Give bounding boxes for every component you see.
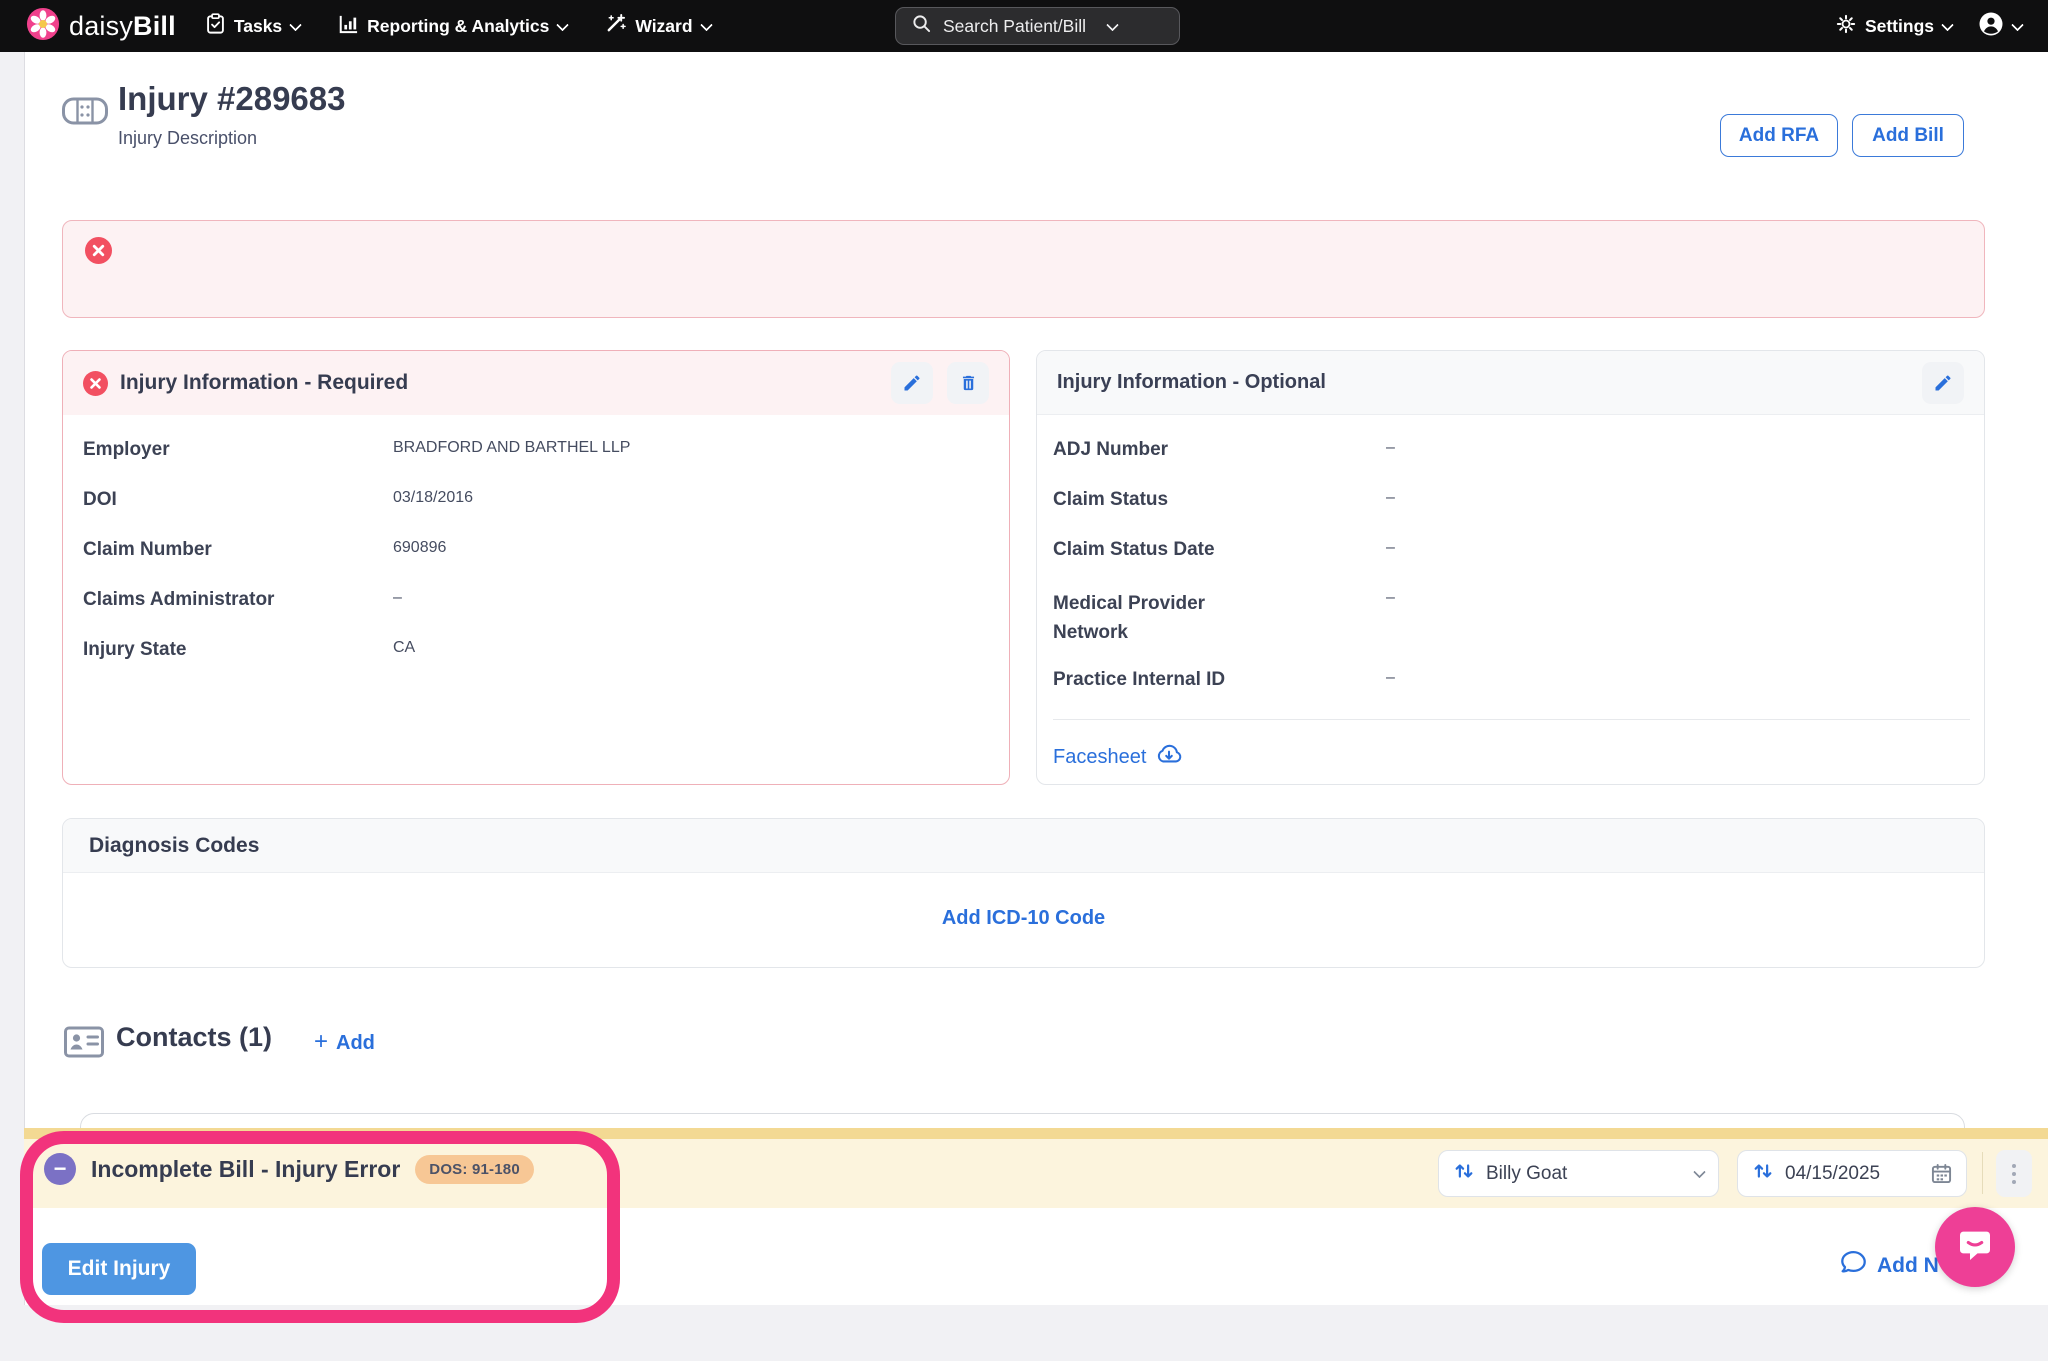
nav-wizard-label: Wizard xyxy=(635,16,692,37)
field-label: Employer xyxy=(83,439,170,461)
edit-injury-button[interactable]: Edit Injury xyxy=(42,1243,196,1295)
field-value: – xyxy=(1386,539,1395,557)
field-label: Practice Internal ID xyxy=(1053,669,1353,691)
field-label: Claim Status Date xyxy=(1053,539,1353,561)
assignee-select[interactable]: Billy Goat xyxy=(1438,1150,1719,1197)
minus-circle-icon: − xyxy=(44,1153,76,1185)
page-title: Injury #289683 xyxy=(118,80,346,118)
field-label: ADJ Number xyxy=(1053,439,1353,461)
optional-card-title: Injury Information - Optional xyxy=(1057,371,1326,394)
incomplete-bill-bar[interactable]: − Incomplete Bill - Injury Error DOS: 91… xyxy=(24,1128,2048,1208)
diagnosis-title: Diagnosis Codes xyxy=(89,834,259,858)
add-rfa-button[interactable]: Add RFA xyxy=(1720,114,1838,157)
chat-bubble-icon xyxy=(1840,1250,1867,1281)
facesheet-link[interactable]: Facesheet xyxy=(1053,743,1182,771)
injury-bandaid-icon xyxy=(62,96,108,131)
injury-info-required-card: Injury Information - Required Employer B… xyxy=(62,350,1010,785)
diagnosis-card-header: Diagnosis Codes xyxy=(63,819,1984,873)
delete-trash-button[interactable] xyxy=(947,362,989,404)
chevron-down-icon xyxy=(556,18,569,31)
account-menu[interactable] xyxy=(1978,11,2022,42)
contact-card-icon xyxy=(64,1026,104,1063)
field-label: Claims Administrator xyxy=(83,589,274,611)
nav-reporting-analytics[interactable]: Reporting & Analytics xyxy=(338,14,567,39)
assignee-value: Billy Goat xyxy=(1486,1163,1567,1185)
bar-chart-icon xyxy=(338,14,358,39)
chevron-down-icon xyxy=(700,18,713,31)
required-card-header: Injury Information - Required xyxy=(63,351,1009,415)
facesheet-label: Facesheet xyxy=(1053,746,1146,769)
optional-card-header: Injury Information - Optional xyxy=(1037,351,1984,415)
add-contact-label: Add xyxy=(336,1032,375,1055)
field-label: Medical Provider Network xyxy=(1053,589,1263,648)
brand-logo[interactable]: daisyBill xyxy=(26,7,176,46)
diagnosis-codes-card: Diagnosis Codes Add ICD-10 Code xyxy=(62,818,1985,968)
clipboard-icon xyxy=(206,13,225,39)
calendar-icon xyxy=(1931,1163,1952,1184)
gear-icon xyxy=(1836,14,1856,39)
contacts-section-title: Contacts (1) xyxy=(116,1022,272,1053)
search-icon xyxy=(912,14,931,38)
field-label: Claim Status xyxy=(1053,489,1353,511)
injury-error-alert xyxy=(62,220,1985,318)
field-value: – xyxy=(1386,439,1395,457)
daisy-flower-icon xyxy=(26,7,60,46)
field-value: – xyxy=(1386,489,1395,507)
add-icd10-link[interactable]: Add ICD-10 Code xyxy=(63,907,1984,930)
add-contact-button[interactable]: + Add xyxy=(314,1028,375,1056)
edit-pencil-button[interactable] xyxy=(1922,362,1964,404)
dos-badge: DOS: 91-180 xyxy=(415,1155,534,1184)
plus-icon: + xyxy=(314,1028,328,1056)
chevron-down-icon xyxy=(2011,18,2024,31)
field-value: – xyxy=(1386,589,1395,607)
swap-vertical-icon xyxy=(1453,1160,1475,1188)
required-card-title: Injury Information - Required xyxy=(120,371,408,395)
nav-reporting-label: Reporting & Analytics xyxy=(367,16,549,37)
add-note-label: Add N xyxy=(1877,1254,1939,1278)
error-circle-x-icon xyxy=(83,371,108,396)
nav-wizard[interactable]: Wizard xyxy=(605,13,710,39)
nav-tasks-label: Tasks xyxy=(234,16,282,37)
nav-settings[interactable]: Settings xyxy=(1836,14,1952,39)
field-label: DOI xyxy=(83,489,117,511)
field-label: Injury State xyxy=(83,639,186,661)
intercom-chat-button[interactable] xyxy=(1935,1207,2015,1287)
nav-settings-label: Settings xyxy=(1865,16,1934,37)
date-value: 04/15/2025 xyxy=(1785,1163,1880,1185)
kebab-menu-button[interactable] xyxy=(1996,1150,2032,1197)
swap-vertical-icon xyxy=(1752,1160,1774,1188)
bill-bar-title: Incomplete Bill - Injury Error xyxy=(91,1156,400,1183)
field-value: – xyxy=(393,589,402,607)
page-subtitle: Injury Description xyxy=(118,128,257,149)
search-label: Search Patient/Bill xyxy=(943,16,1086,37)
chat-smile-icon xyxy=(1955,1225,1995,1270)
field-value: 690896 xyxy=(393,539,446,557)
error-circle-x-icon xyxy=(85,237,112,269)
chevron-down-icon xyxy=(289,18,302,31)
chevron-down-icon xyxy=(1941,18,1954,31)
field-label: Claim Number xyxy=(83,539,212,561)
field-value: – xyxy=(1386,669,1395,687)
search-patient-bill[interactable]: Search Patient/Bill xyxy=(895,7,1180,45)
chevron-down-icon xyxy=(1106,18,1119,31)
brand-name: daisyBill xyxy=(69,11,176,42)
date-field[interactable]: 04/15/2025 xyxy=(1737,1150,1967,1197)
nav-tasks[interactable]: Tasks xyxy=(206,13,300,39)
field-value: 03/18/2016 xyxy=(393,489,473,507)
injury-info-optional-card: Injury Information - Optional ADJ Number… xyxy=(1036,350,1985,785)
cloud-download-icon xyxy=(1156,743,1182,771)
field-value: CA xyxy=(393,639,415,657)
chevron-down-icon xyxy=(1693,1166,1706,1179)
edit-pencil-button[interactable] xyxy=(891,362,933,404)
magic-wand-icon xyxy=(605,13,626,39)
top-navbar: daisyBill Tasks Reporting & Analytics xyxy=(0,0,2048,52)
divider xyxy=(1053,719,1970,720)
field-value: BRADFORD AND BARTHEL LLP xyxy=(393,439,630,457)
add-bill-button[interactable]: Add Bill xyxy=(1852,114,1964,157)
divider xyxy=(1982,1152,1983,1194)
user-avatar-icon xyxy=(1978,11,2004,42)
add-note-link[interactable]: Add N xyxy=(1840,1250,1939,1281)
